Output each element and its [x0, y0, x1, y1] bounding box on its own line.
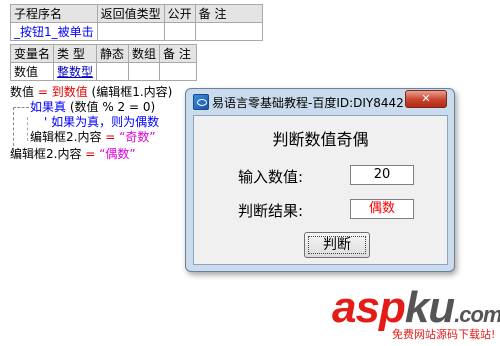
- static-cell[interactable]: [96, 62, 130, 81]
- watermark-subtitle: 免费网站源码下载站!: [392, 328, 496, 341]
- dialog-titlebar[interactable]: 易语言零基础教程-百度ID:DIY8442 ✕: [186, 89, 454, 113]
- watermark-logo-part-b: ku: [404, 283, 455, 332]
- code-line-3[interactable]: ' 如果为真，则为偶数: [44, 115, 159, 130]
- code-line-1[interactable]: 数值 = 到数值 (编辑框1.内容): [10, 85, 172, 100]
- watermark-logo-part-a: asp: [332, 283, 406, 332]
- close-button[interactable]: ✕: [405, 90, 447, 108]
- code-assign-op: =: [34, 85, 52, 99]
- code-assign-op-3: =: [81, 147, 100, 161]
- header-var-type: 类 型: [53, 44, 98, 63]
- code-func-arg: (编辑框1.内容): [87, 85, 173, 99]
- flow-line-vertical: [13, 107, 14, 151]
- variable-table: 变量名 类 型 静态 数组 备 注 数值 整数型: [9, 44, 198, 81]
- input-value-label: 输入数值:: [238, 168, 304, 186]
- header-var-name: 变量名: [9, 44, 55, 63]
- array-cell[interactable]: [128, 62, 161, 81]
- app-icon: [193, 94, 209, 110]
- judge-button[interactable]: 判断: [304, 232, 370, 258]
- code-func: 到数值: [51, 85, 88, 99]
- header-public: 公开: [163, 4, 196, 23]
- subroutine-header-row: 子程序名 返回值类型 公开 备 注: [10, 4, 263, 23]
- header-return-type: 返回值类型: [96, 4, 165, 23]
- code-assign-op-2: =: [101, 130, 120, 144]
- code-edit2-content-2: 编辑框2.内容: [10, 147, 82, 161]
- code-comment: ' 如果为真，则为偶数: [44, 115, 160, 129]
- code-string-odd: “奇数”: [119, 130, 156, 144]
- flow-line-top: [13, 107, 29, 108]
- result-label: 判断结果:: [238, 202, 304, 220]
- header-array: 数组: [128, 44, 161, 63]
- code-var: 数值: [10, 85, 35, 99]
- code-edit2-content: 编辑框2.内容: [30, 130, 102, 144]
- header-static: 静态: [96, 44, 130, 63]
- var-remark-cell[interactable]: [159, 62, 198, 81]
- input-value-field[interactable]: 20: [350, 165, 414, 185]
- result-field[interactable]: 偶数: [350, 199, 414, 219]
- public-cell[interactable]: [163, 22, 196, 41]
- variable-header-row: 变量名 类 型 静态 数组 备 注: [9, 44, 198, 63]
- code-if-keyword: 如果真: [30, 100, 67, 114]
- sub-name-cell[interactable]: _按钮1_被单击: [10, 22, 98, 41]
- odd-even-dialog: 易语言零基础教程-百度ID:DIY8442 ✕ 判断数值奇偶 输入数值: 20 …: [185, 88, 455, 272]
- header-remark: 备 注: [194, 4, 263, 23]
- remark-cell[interactable]: [194, 22, 263, 41]
- code-line-2[interactable]: 如果真 (数值 % 2 = 0): [30, 100, 155, 115]
- subroutine-table: 子程序名 返回值类型 公开 备 注 _按钮1_被单击: [10, 4, 263, 41]
- watermark-logo-part-c: .com: [454, 302, 500, 327]
- close-icon: ✕: [421, 92, 431, 105]
- return-type-cell[interactable]: [96, 22, 165, 41]
- subroutine-row: _按钮1_被单击: [10, 22, 263, 41]
- var-name-cell[interactable]: 数值: [9, 62, 55, 81]
- code-line-4[interactable]: 编辑框2.内容 = “奇数”: [30, 130, 156, 145]
- flow-line-inner: [27, 117, 28, 141]
- code-line-5[interactable]: 编辑框2.内容 = “偶数”: [10, 147, 136, 162]
- header-var-remark: 备 注: [159, 44, 198, 63]
- dialog-client-area: 判断数值奇偶 输入数值: 20 判断结果: 偶数 判断: [193, 115, 448, 265]
- variable-row: 数值 整数型: [9, 62, 198, 81]
- dialog-heading: 判断数值奇偶: [272, 130, 369, 149]
- header-sub-name: 子程序名: [10, 4, 98, 23]
- var-type-cell[interactable]: 整数型: [53, 62, 98, 81]
- code-if-condition: (数值 % 2 = 0): [66, 100, 156, 114]
- dialog-title: 易语言零基础教程-百度ID:DIY8442: [212, 96, 404, 110]
- code-string-even: “偶数”: [99, 147, 136, 161]
